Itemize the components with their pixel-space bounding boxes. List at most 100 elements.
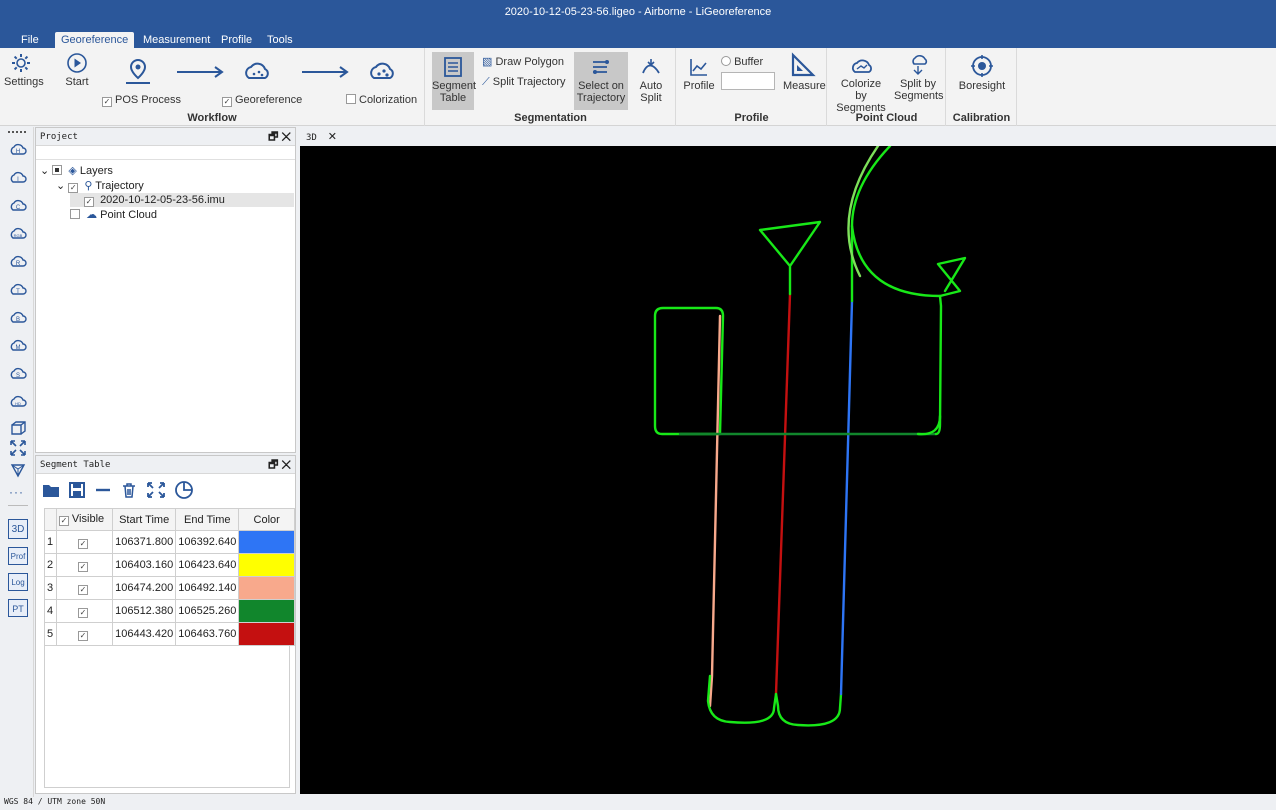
tree-trajectory[interactable]: ⌄ ✓ ⚲ Trajectory (56, 179, 144, 193)
menu-georeference[interactable]: Georeference (55, 32, 135, 48)
view-intensity-icon[interactable]: I (9, 167, 27, 185)
visible-checkbox[interactable]: ✓ (55, 599, 114, 623)
start-button[interactable]: Start (62, 52, 92, 88)
buffer-input[interactable] (721, 72, 775, 90)
trajectory-bowtie (850, 224, 967, 298)
colorization-checkbox[interactable]: Colorization (346, 94, 417, 106)
open-folder-icon[interactable] (42, 481, 60, 499)
tree-imu-file[interactable]: ✓ 2020-10-12-05-23-56.imu (70, 193, 294, 207)
settings-button[interactable]: Settings (4, 52, 44, 88)
3d-view-button[interactable]: 3D (8, 519, 28, 539)
visible-checkbox[interactable]: ✓ (55, 622, 114, 646)
cloud-icon: ☁ (86, 209, 98, 221)
imu-checkbox[interactable]: ✓ (84, 197, 94, 207)
profile-group: Profile Buffer Measure Profile (677, 48, 827, 126)
boresight-button[interactable]: Boresight (953, 54, 1011, 92)
close-icon[interactable]: ✕ (328, 131, 337, 143)
visible-checkbox[interactable]: ✓ (55, 553, 114, 577)
log-view-button[interactable]: Log (8, 573, 28, 591)
trajectory-bottom-left (706, 674, 778, 724)
menu-file[interactable]: File (15, 32, 45, 48)
fit-extent-icon[interactable] (9, 439, 27, 457)
pie-color-icon[interactable] (174, 480, 194, 500)
more-icon[interactable]: ··· (9, 485, 24, 499)
layers-checkbox[interactable] (52, 165, 63, 175)
chevron-down-icon[interactable]: ⌄ (40, 165, 49, 177)
pt-view-button[interactable]: PT (8, 599, 28, 617)
segmentation-group-label: Segmentation (514, 112, 587, 124)
project-search[interactable] (36, 146, 295, 160)
table-row[interactable]: 5 ✓ 106443.420 106463.760 (44, 622, 295, 646)
segment-toolbar (42, 478, 194, 502)
projection-icon[interactable] (9, 461, 27, 479)
view-m-icon[interactable]: M (9, 335, 27, 353)
view-class-icon[interactable]: C (9, 195, 27, 213)
visible-checkbox[interactable]: ✓ (55, 530, 114, 554)
measure-button[interactable]: Measure (783, 52, 826, 92)
zoom-extent-icon[interactable] (146, 481, 166, 499)
view-b-icon[interactable]: B (9, 307, 27, 325)
radio-icon (721, 56, 731, 66)
point-cloud-label: Point Cloud (100, 209, 157, 221)
svg-text:S: S (16, 373, 20, 379)
profile-button[interactable]: Profile (683, 56, 715, 92)
table-row[interactable]: 1 ✓ 106371.800 106392.640 (44, 530, 295, 554)
view-hd-icon[interactable]: HD (9, 391, 27, 409)
view-home-icon[interactable]: H (9, 139, 27, 157)
column-visible[interactable]: ✓ Visible (55, 508, 114, 531)
tree-layers[interactable]: ⌄ ◈ Layers (40, 164, 113, 178)
row-index: 4 (44, 599, 57, 623)
point-cloud-checkbox[interactable] (70, 209, 80, 219)
cube-icon[interactable] (9, 419, 27, 437)
remove-icon[interactable] (94, 481, 112, 499)
project-panel: Project 🗗 ✕ ⌄ ◈ Layers ⌄ ✓ ⚲ Trajectory … (35, 127, 296, 453)
menu-profile[interactable]: Profile (215, 32, 258, 48)
3d-viewport[interactable] (300, 144, 1276, 794)
draw-polygon-button[interactable]: ▧ Draw Polygon (482, 56, 564, 68)
column-start-time[interactable]: Start Time (112, 508, 177, 531)
row-index: 2 (44, 553, 57, 577)
auto-split-button[interactable]: Auto Split (636, 56, 666, 104)
menu-tools[interactable]: Tools (261, 32, 299, 48)
delete-trash-icon[interactable] (120, 481, 138, 499)
tab-3d[interactable]: 3D ✕ (306, 130, 337, 143)
view-rgb-icon[interactable]: RGB (9, 223, 27, 241)
select-label-2: Trajectory (576, 92, 626, 104)
view-s-icon[interactable]: S (9, 363, 27, 381)
split-by-segments-button[interactable]: Split by Segments (894, 54, 944, 102)
table-row[interactable]: 3 ✓ 106474.200 106492.140 (44, 576, 295, 600)
chevron-down-icon[interactable]: ⌄ (56, 180, 65, 192)
column-color[interactable]: Color (238, 508, 295, 531)
column-end-time[interactable]: End Time (175, 508, 240, 531)
colorize-by-segments-button[interactable]: Colorize by Segments (834, 54, 888, 114)
segment-table: ✓ Visible Start Time End Time Color 1 ✓ 1… (44, 508, 295, 646)
buffer-radio[interactable]: Buffer (721, 56, 763, 68)
menu-measurement[interactable]: Measurement (137, 32, 216, 48)
profile-view-button[interactable]: Prof (8, 547, 28, 565)
select-on-trajectory-button[interactable]: Select on Trajectory (574, 52, 628, 110)
panel-controls[interactable]: 🗗 ✕ (268, 128, 291, 146)
visible-checkbox[interactable]: ✓ (55, 576, 114, 600)
color-swatch-cell[interactable] (238, 553, 295, 577)
project-panel-header: Project 🗗 ✕ (36, 128, 295, 146)
view-return-icon[interactable]: R (9, 251, 27, 269)
panel-controls[interactable]: 🗗 ✕ (268, 456, 291, 474)
split-trajectory-button[interactable]: ⟋ Split Trajectory (482, 76, 566, 88)
color-swatch-cell[interactable] (238, 599, 295, 623)
segment-table-button[interactable]: Segment Table (432, 52, 476, 110)
trajectory-canvas[interactable] (300, 144, 1276, 794)
table-row[interactable]: 2 ✓ 106403.160 106423.640 (44, 553, 295, 577)
georeference-checkbox[interactable]: ✓ Georeference (222, 94, 302, 107)
view-time-icon[interactable]: T (9, 279, 27, 297)
point-cloud-group-label: Point Cloud (855, 112, 918, 124)
play-icon (67, 53, 87, 73)
pos-process-checkbox[interactable]: ✓ POS Process (102, 94, 181, 107)
color-swatch-cell[interactable] (238, 530, 295, 554)
tree-point-cloud[interactable]: ☁ Point Cloud (70, 208, 157, 222)
color-swatch-cell[interactable] (238, 576, 295, 600)
toolbar-grip (8, 131, 26, 133)
table-row[interactable]: 4 ✓ 106512.380 106525.260 (44, 599, 295, 623)
color-swatch-cell[interactable] (238, 622, 295, 646)
save-icon[interactable] (68, 481, 86, 499)
trajectory-checkbox[interactable]: ✓ (68, 183, 79, 193)
